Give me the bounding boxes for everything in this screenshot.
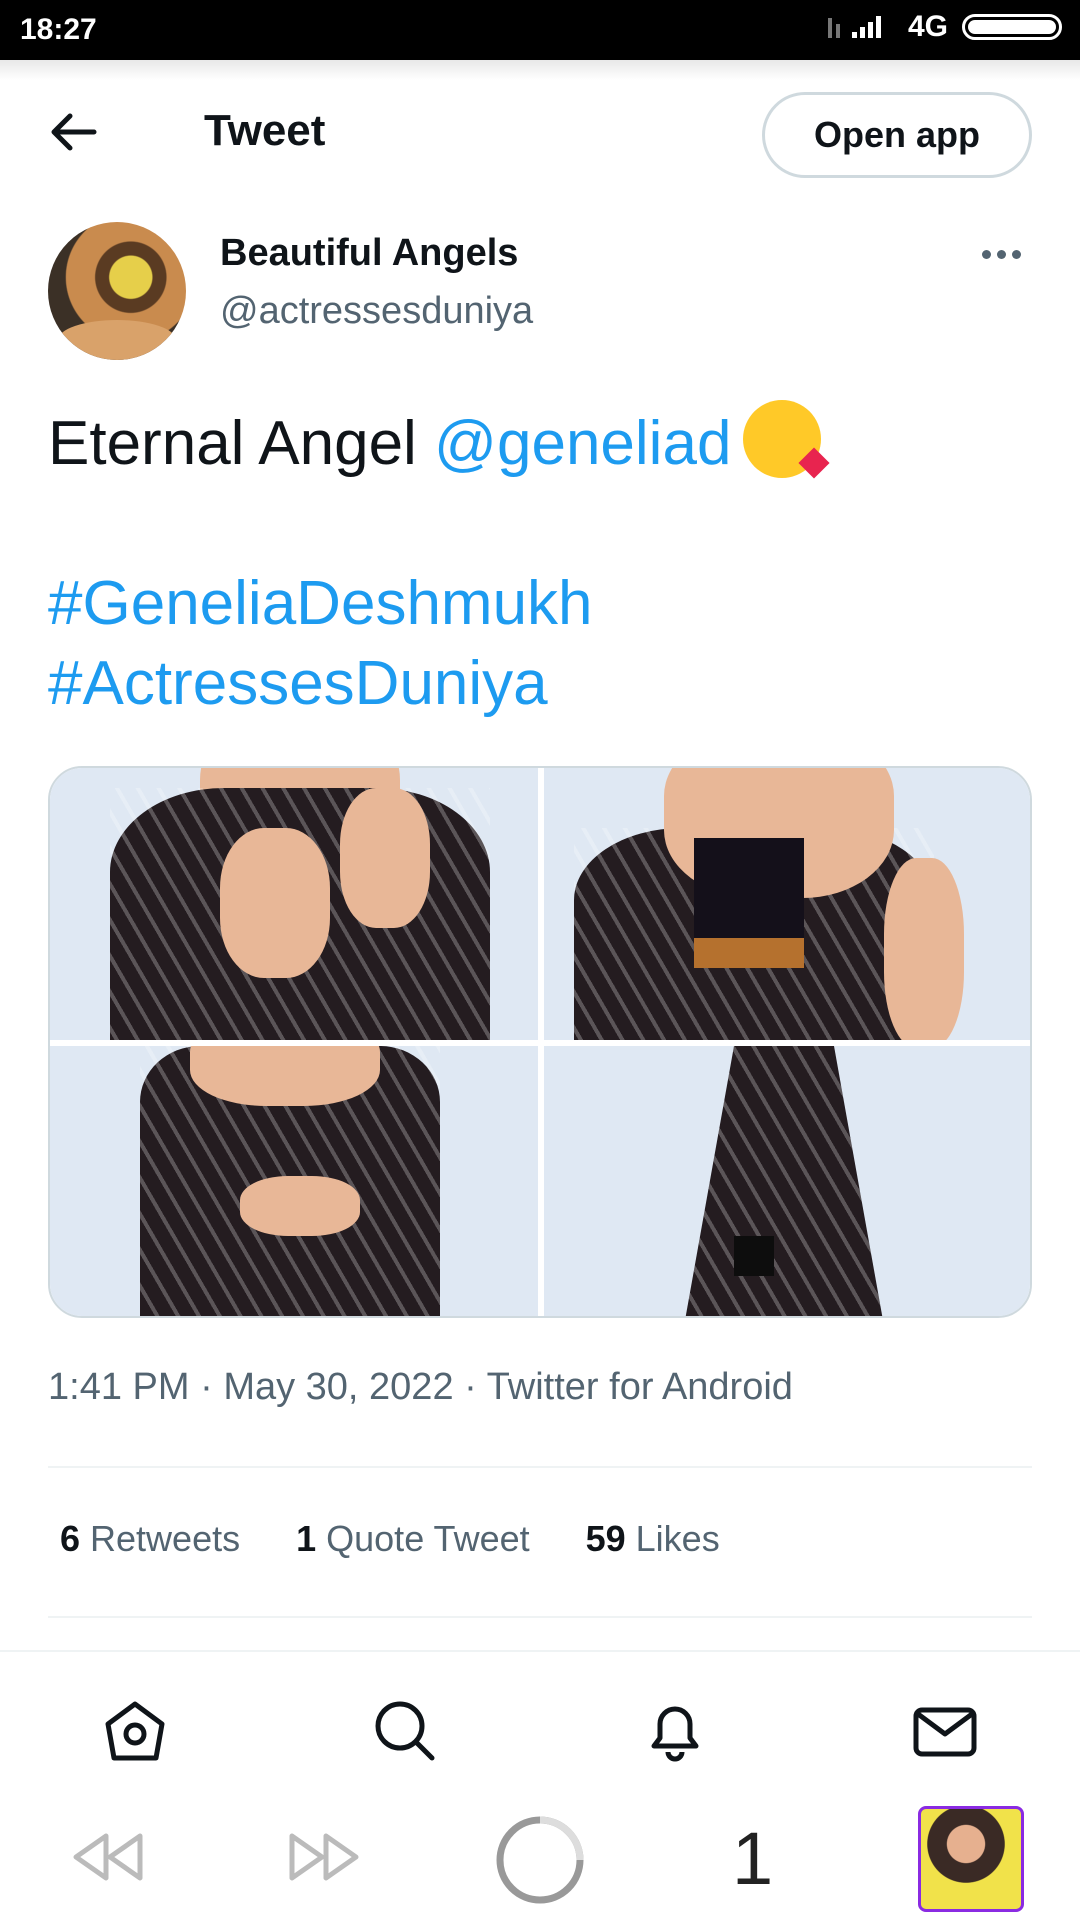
meta-separator: · (464, 1366, 477, 1408)
likes-stat[interactable]: 59 Likes (586, 1518, 720, 1560)
network-type: 4G (907, 10, 948, 43)
open-app-button[interactable]: Open app (762, 92, 1032, 178)
tweet-text-prefix: Eternal Angel (48, 409, 435, 478)
browser-toolbar: 1 (0, 1802, 1080, 1920)
display-name[interactable]: Beautiful Angels (220, 232, 518, 275)
rewind-icon[interactable] (70, 1830, 146, 1884)
hashtag-link[interactable]: #GeneliaDeshmukh (48, 564, 1038, 644)
page-title: Tweet (204, 106, 326, 155)
tab-count[interactable]: 1 (732, 1816, 773, 1901)
quotes-stat[interactable]: 1 Quote Tweet (296, 1518, 530, 1560)
media-grid (48, 766, 1032, 1318)
photo-2[interactable] (544, 768, 1030, 1040)
hashtag-link[interactable]: #ActressesDuniya (48, 644, 1038, 724)
tab-thumbnail[interactable] (918, 1806, 1024, 1912)
tweet-header: Tweet Open app (0, 80, 1080, 186)
messages-icon[interactable] (910, 1696, 980, 1766)
tweet-text: Eternal Angel @geneliad #GeneliaDeshmukh… (48, 400, 1038, 724)
photo-3[interactable] (50, 1046, 538, 1316)
search-icon[interactable] (370, 1696, 440, 1766)
tweet-meta: 1:41 PM · May 30, 2022 · Twitter for And… (48, 1366, 793, 1409)
user-handle[interactable]: @actressesduniya (220, 290, 533, 333)
bottom-nav (0, 1650, 1080, 1804)
notifications-icon[interactable] (640, 1696, 710, 1766)
battery-icon (962, 14, 1062, 40)
back-arrow-icon[interactable] (48, 112, 98, 152)
photo-4[interactable] (544, 1046, 1030, 1316)
mention-link[interactable]: @geneliad (434, 409, 731, 478)
tweet-time: 1:41 PM (48, 1366, 190, 1408)
top-shadow (0, 60, 1080, 80)
photo-1[interactable] (50, 768, 538, 1040)
meta-separator: · (200, 1366, 213, 1408)
more-options-icon[interactable] (982, 244, 1028, 264)
tweet-source[interactable]: Twitter for Android (487, 1366, 793, 1408)
home-icon[interactable] (100, 1696, 170, 1766)
status-indicators: 4G (824, 10, 1062, 44)
status-bar: 18:27 4G (0, 0, 1080, 60)
tweet-stats: 6 Retweets 1 Quote Tweet 59 Likes (60, 1518, 720, 1560)
fast-forward-icon[interactable] (286, 1830, 362, 1884)
kissing-face-emoji-icon (743, 400, 830, 479)
avatar[interactable] (48, 222, 186, 360)
divider (48, 1466, 1032, 1468)
status-time: 18:27 (20, 13, 97, 46)
signal-icon (827, 16, 881, 38)
loading-spinner-icon (496, 1816, 584, 1904)
divider (48, 1616, 1032, 1618)
retweets-stat[interactable]: 6 Retweets (60, 1518, 240, 1560)
tweet-date: May 30, 2022 (223, 1366, 454, 1408)
